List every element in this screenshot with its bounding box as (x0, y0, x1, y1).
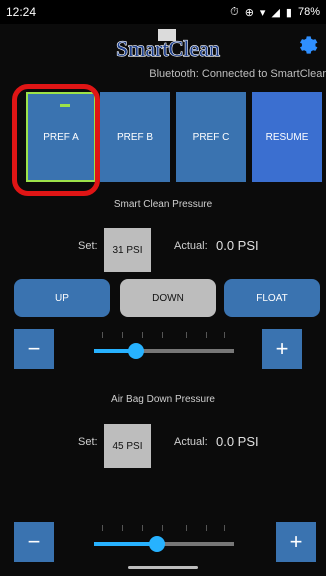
highlight-box (12, 84, 100, 196)
pref-b-button[interactable]: PREF B (100, 92, 170, 182)
smart-clean-minus-button[interactable]: − (14, 329, 54, 369)
status-bar: 12:24 ⏱ ⊕ ▾ ◢ ▮ 78% (0, 0, 326, 24)
pref-b-label: PREF B (116, 131, 154, 143)
resume-button[interactable]: RESUME (252, 92, 322, 182)
plus-icon: + (289, 529, 303, 554)
minus-icon: − (27, 336, 41, 361)
slider-thumb[interactable] (128, 343, 144, 359)
resume-label: RESUME (265, 131, 309, 143)
minus-icon: − (27, 529, 41, 554)
air-bag-actual-value: 0.0 PSI (216, 434, 259, 449)
settings-gear-icon[interactable] (296, 34, 320, 58)
alarm-icon: ⏱ (230, 5, 239, 18)
set-label: Set: (78, 240, 98, 252)
slider-ticks (94, 332, 234, 340)
slider-fill (94, 542, 157, 546)
down-button[interactable]: DOWN (120, 279, 216, 317)
air-bag-stepper: − + (0, 522, 326, 564)
smartclean-logo: SmartClean (114, 29, 224, 63)
plus-icon: + (275, 336, 289, 361)
smart-clean-set-text: 31 PSI (112, 244, 143, 256)
sync-icon: ⊕ (244, 6, 254, 19)
smart-clean-stepper: − + (0, 329, 326, 371)
up-label: UP (55, 292, 69, 304)
slider-thumb[interactable] (149, 536, 165, 552)
status-icons: ⏱ ⊕ ▾ ◢ ▮ 78% (230, 6, 320, 19)
logo-text: SmartClean (116, 36, 220, 61)
bluetooth-status: Bluetooth: Connected to SmartClear (149, 68, 326, 80)
smart-clean-slider[interactable] (94, 343, 234, 359)
gesture-nav-bar[interactable] (128, 566, 198, 569)
air-bag-plus-button[interactable]: + (276, 522, 316, 562)
air-bag-set-row: Set: 45 PSI Actual: 0.0 PSI (0, 424, 326, 468)
battery-icon: ▮ (285, 6, 292, 19)
pref-c-label: PREF C (192, 131, 230, 143)
air-bag-set-value[interactable]: 45 PSI (104, 424, 151, 468)
actual-label: Actual: (174, 240, 208, 252)
signal-icon: ◢ (271, 6, 280, 19)
air-bag-set-text: 45 PSI (112, 440, 143, 452)
float-label: FLOAT (256, 292, 288, 304)
smart-clean-set-row: Set: 31 PSI Actual: 0.0 PSI (0, 228, 326, 272)
smart-clean-actual-value: 0.0 PSI (216, 238, 259, 253)
status-time: 12:24 (6, 5, 37, 19)
battery-level: 78% (297, 6, 320, 18)
float-button[interactable]: FLOAT (224, 279, 320, 317)
app-header: SmartClean (0, 24, 326, 68)
smart-clean-set-value[interactable]: 31 PSI (104, 228, 151, 272)
slider-ticks (94, 525, 234, 533)
wifi-icon: ▾ (259, 6, 266, 19)
actual-label: Actual: (174, 436, 208, 448)
smart-clean-plus-button[interactable]: + (262, 329, 302, 369)
air-bag-title: Air Bag Down Pressure (111, 394, 215, 405)
air-bag-minus-button[interactable]: − (14, 522, 54, 562)
down-label: DOWN (152, 292, 184, 304)
up-button[interactable]: UP (14, 279, 110, 317)
air-bag-slider[interactable] (94, 536, 234, 552)
smart-clean-title: Smart Clean Pressure (113, 199, 213, 210)
control-row: UP DOWN FLOAT (0, 279, 326, 317)
pref-c-button[interactable]: PREF C (176, 92, 246, 182)
set-label: Set: (78, 436, 98, 448)
